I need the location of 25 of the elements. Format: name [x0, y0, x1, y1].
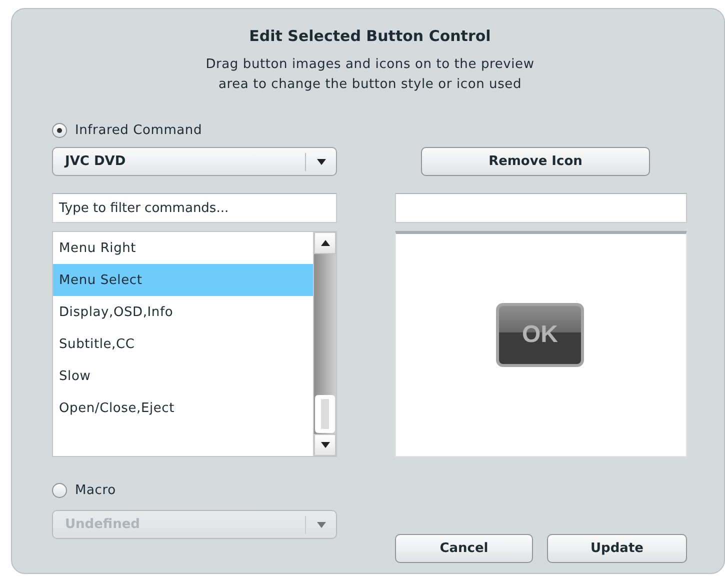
filter-field[interactable]: Type to filter commands... [52, 193, 337, 223]
scroll-thumb[interactable] [315, 395, 335, 433]
scroll-down-icon [320, 442, 330, 448]
ok-button-icon: OK [496, 303, 584, 367]
command-item[interactable]: Subtitle,CC [53, 328, 313, 360]
scrollbar[interactable] [313, 232, 336, 456]
dialog-button[interactable]: Update [547, 534, 687, 563]
radio-label: Macro [75, 482, 116, 498]
device-dropdown[interactable]: JVC DVD [52, 147, 337, 176]
command-item[interactable]: Slow [53, 360, 313, 392]
radio-button[interactable] [52, 482, 67, 498]
dialog-button[interactable]: Cancel [395, 534, 533, 563]
command-item[interactable]: Open/Close,Eject [53, 392, 313, 424]
dialog-title: Edit Selected Button Control [248, 27, 492, 45]
radio-button[interactable] [52, 122, 67, 138]
command-item[interactable]: Display,OSD,Info [53, 296, 313, 328]
icon-name-field[interactable] [395, 193, 687, 223]
dialog-description: Drag button images and icons on to the preview area to change the button style or icon used [204, 56, 536, 94]
remove-icon-button[interactable]: Remove Icon [421, 147, 650, 176]
scroll-up-icon [320, 240, 330, 246]
command-item[interactable]: Menu Select [53, 264, 313, 296]
radio-label: Infrared Command [75, 122, 202, 138]
caret-icon [316, 158, 326, 164]
command-item[interactable]: Menu Right [53, 232, 313, 264]
caret-icon [316, 522, 326, 528]
